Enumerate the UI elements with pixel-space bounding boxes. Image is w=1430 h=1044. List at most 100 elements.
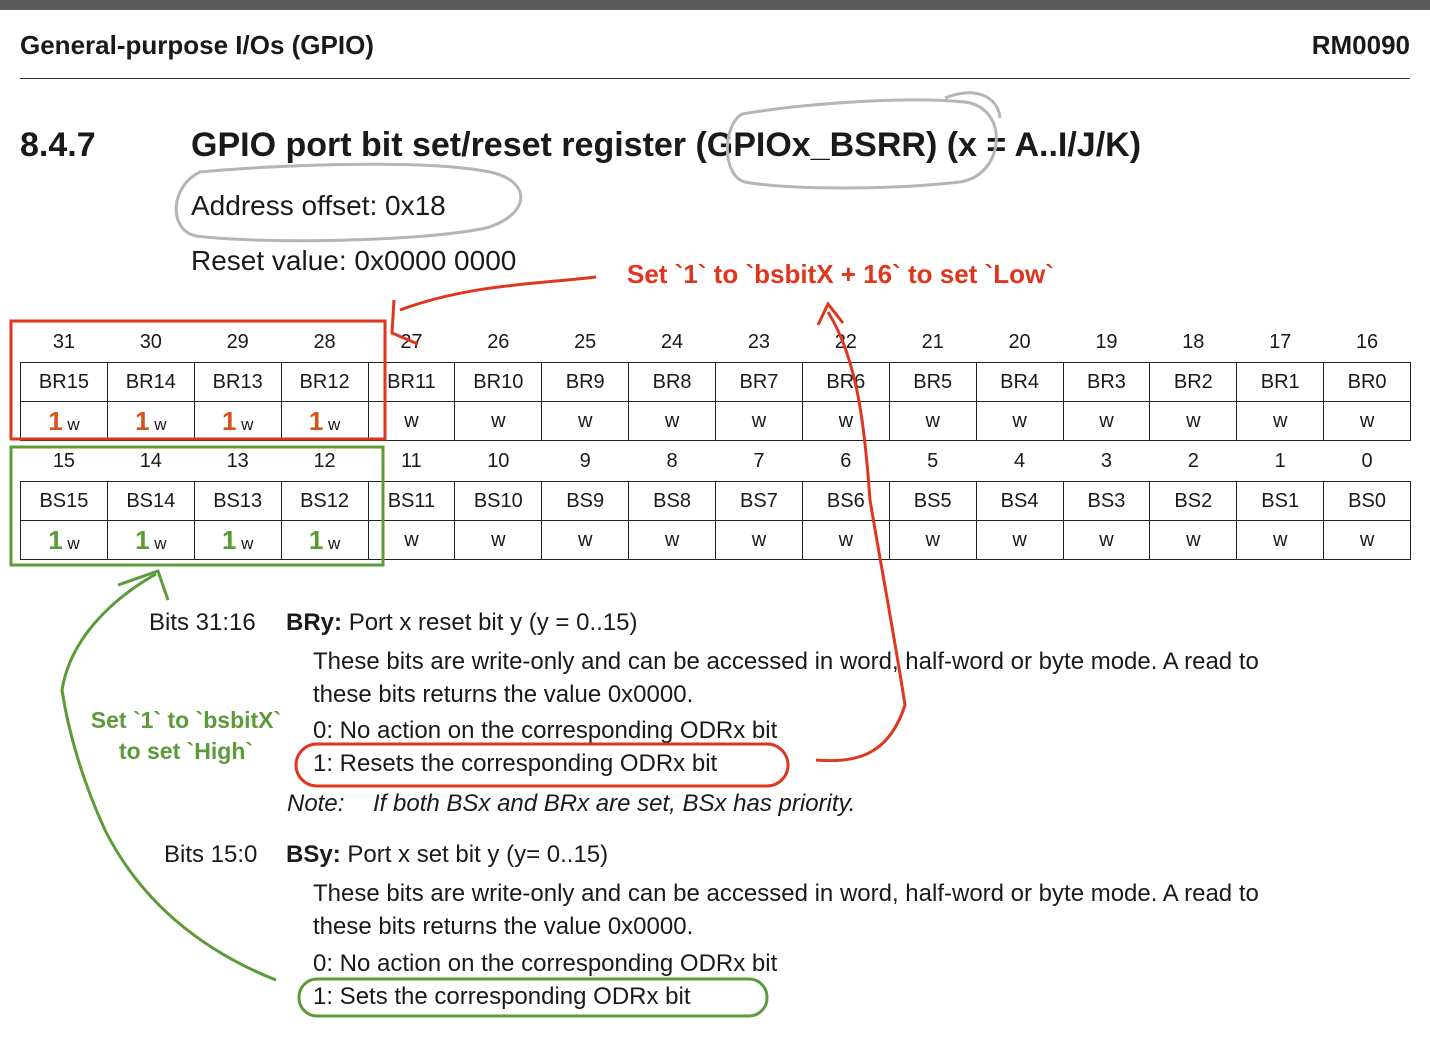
register-name-circle-tail — [944, 91, 1002, 119]
register-field: BR0 — [1323, 362, 1411, 402]
register-field: BR3 — [1062, 362, 1151, 402]
access-type: w — [62, 414, 80, 434]
written-one-mark: 1 — [308, 524, 324, 555]
register-field: BS11 — [367, 481, 456, 521]
access-cell: 1 w — [193, 520, 282, 560]
bit-number: 0 — [1361, 449, 1373, 472]
access-cell: w — [975, 520, 1064, 560]
register-field: BR2 — [1149, 362, 1238, 402]
bit-number: 25 — [574, 330, 597, 353]
written-one-mark: 1 — [48, 405, 63, 436]
access-cell: w — [541, 520, 630, 560]
access-cell: w — [1236, 401, 1325, 441]
access-cell: 1 w — [193, 401, 282, 441]
access-cell: 1 w — [20, 520, 108, 560]
access-row: 1 w1 w1 w1 wwwwwwwwwwwww — [20, 520, 1411, 560]
bit-number: 11 — [401, 449, 422, 472]
bit-number: 3 — [1100, 449, 1112, 472]
address-offset: Address offset: 0x18 — [191, 190, 446, 221]
bit-number: 7 — [753, 449, 765, 472]
access-cell: w — [975, 401, 1064, 441]
field-name-row: BS15 BS14 BS13 BS12 BS11 BS10 BS9 BS8 BS7 BS6 BS5 B… — [20, 481, 1411, 521]
chapter-title: General-purpose I/Os (GPIO) — [20, 30, 374, 60]
access-cell: w — [628, 520, 716, 560]
access-cell: w — [454, 401, 543, 441]
bit-number: 22 — [834, 330, 857, 353]
register-field: BR5 — [888, 362, 977, 402]
access-cell: 1 w — [20, 401, 108, 441]
br-note-label: Note: — [287, 790, 345, 817]
br-field-summary: BRy: Port x reset bit y (y = 0..15) — [286, 609, 637, 637]
register-field: BS1 — [1236, 481, 1325, 521]
written-one-mark: 1 — [308, 405, 324, 436]
register-field: BR1 — [1236, 362, 1325, 402]
register-field: BS0 — [1323, 481, 1411, 521]
bit-number: 18 — [1182, 330, 1205, 353]
access-type: w — [149, 414, 167, 434]
bit-number: 1 — [1274, 449, 1286, 472]
bit-number: 30 — [139, 330, 162, 353]
green-annotation-text: Set `1` to `bsbitX` to set `High` — [62, 705, 310, 767]
access-type: w — [62, 533, 80, 553]
access-cell: w — [541, 401, 630, 441]
access-cell: 1 w — [106, 401, 195, 441]
access-type: w — [236, 414, 254, 434]
bit-number: 26 — [487, 330, 510, 353]
green-annotation-line2: to set `High` — [118, 738, 254, 764]
document-id: RM0090 — [1311, 30, 1410, 60]
register-field: BS5 — [888, 481, 977, 521]
register-field: BS9 — [541, 481, 630, 521]
access-cell: w — [801, 401, 890, 441]
bs-field-name: BSy: — [286, 841, 341, 868]
written-one-mark: 1 — [48, 524, 63, 555]
bit-number: 20 — [1008, 330, 1031, 353]
green-annotation-line1: Set `1` to `bsbitX` — [90, 707, 282, 733]
access-type: w — [149, 533, 167, 553]
bit-number: 9 — [579, 449, 591, 472]
bit-number: 14 — [139, 449, 162, 472]
bit-number: 27 — [400, 330, 423, 353]
written-one-mark: 1 — [221, 524, 237, 555]
reset-value: Reset value: 0x0000 0000 — [191, 245, 517, 276]
register-field: BR14 — [106, 362, 195, 402]
register-field: BS14 — [106, 481, 195, 521]
bit-number: 2 — [1187, 449, 1199, 472]
register-table-low: 15 14 13 12 11 10 9 8 7 6 5 4 3 2 1 0 BS15 BS14 BS13 BS12 B… — [20, 441, 1411, 560]
access-type: w — [236, 533, 254, 553]
section-number: 8.4.7 — [20, 126, 96, 164]
br-note-text: If both BSx and BRx are set, BSx has pri… — [373, 790, 856, 817]
bit-number-row: 31 30 29 28 27 26 25 24 23 22 21 20 19 18 17 16 — [21, 322, 1411, 363]
br-option-0: 0: No action on the corresponding ODRx b… — [313, 717, 778, 744]
access-cell: w — [454, 520, 543, 560]
written-one-mark: 1 — [135, 524, 150, 555]
bit-number: 12 — [313, 449, 336, 472]
register-field: BS15 — [20, 481, 108, 521]
green-arrow-head-up — [117, 569, 170, 601]
register-field: BS7 — [715, 481, 803, 521]
br-option-1: 1: Resets the corresponding ODRx bit — [313, 750, 718, 777]
register-field: BS8 — [628, 481, 716, 521]
bit-number: 29 — [226, 330, 249, 353]
access-cell: w — [1149, 401, 1238, 441]
register-field: BS3 — [1062, 481, 1151, 521]
bit-number: 28 — [313, 330, 336, 353]
access-cell: w — [367, 520, 456, 560]
br-summary-text: Port x reset bit y (y = 0..15) — [348, 609, 638, 636]
bs-summary-text: Port x set bit y (y= 0..15) — [347, 841, 609, 868]
access-cell: 1 w — [280, 520, 369, 560]
access-type: w — [323, 414, 341, 434]
window-top-bar — [0, 0, 1430, 10]
access-type: w — [323, 533, 341, 553]
bit-number: 23 — [747, 330, 771, 353]
header-divider — [20, 78, 1410, 79]
register-field: BS12 — [280, 481, 369, 521]
bit-number: 5 — [927, 449, 939, 472]
bit-number: 24 — [660, 330, 684, 353]
bs-option-1: 1: Sets the corresponding ODRx bit — [313, 983, 691, 1010]
register-field: BR8 — [628, 362, 716, 402]
register-field: BS4 — [975, 481, 1064, 521]
access-cell: w — [1323, 520, 1411, 560]
register-field: BR15 — [20, 362, 108, 402]
bit-number: 21 — [921, 330, 944, 353]
bit-number: 17 — [1269, 330, 1292, 353]
